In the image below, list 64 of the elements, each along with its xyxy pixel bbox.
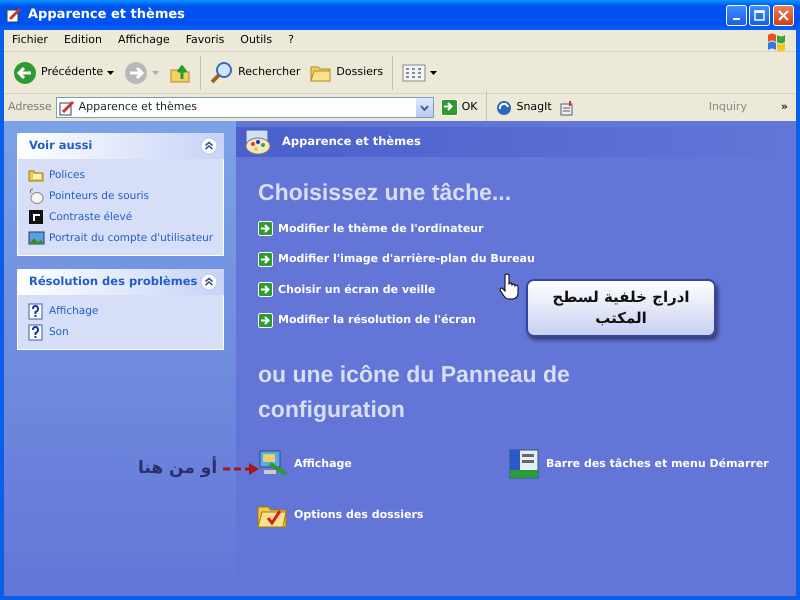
grid-view-icon [402,62,426,82]
dropdown-caret-icon [107,70,114,74]
arrow-icon [258,252,273,267]
arrow-icon [258,282,273,298]
sidebar-link[interactable]: Affichage [28,303,213,320]
folders-button[interactable]: Dossiers [307,60,386,84]
collapse-icon[interactable] [200,137,218,155]
maximize-button[interactable] [749,4,770,26]
task-link[interactable]: Choisir un écran de veille [258,282,436,298]
window-title: Apparence et thèmes [28,6,185,24]
dropdown-caret-icon [430,70,438,74]
swirl-icon [496,100,512,116]
mouse-icon [28,188,45,205]
help-icon [28,303,45,320]
address-field[interactable]: Apparence et thèmes [56,97,434,118]
clipboard-icon[interactable] [558,100,575,116]
minimize-icon [732,18,740,20]
dropdown-caret-icon [152,70,160,74]
menu-item[interactable]: Fichier [4,32,56,49]
window-icon [6,7,22,23]
flag-logo-icon [766,30,788,50]
back-button[interactable]: Précédente [10,58,118,86]
toolbar-label: Inquiry [708,99,747,116]
help-icon [28,324,45,341]
control-panel-icon-link[interactable]: Affichage [256,448,352,480]
address-label: Adresse [8,99,52,116]
task-link[interactable]: Modifier le thème de l'ordinateur [258,220,484,238]
snagit-button[interactable]: SnagIt [493,97,555,118]
menu-item[interactable]: Affichage [110,32,178,49]
minimize-button[interactable] [726,4,746,26]
search-button[interactable]: Rechercher [207,58,304,86]
panel-title: Résolution des problèmes [29,273,198,290]
task-link[interactable]: Modifier la résolution de l'écran [258,312,476,329]
menu-item[interactable]: Edition [56,32,110,49]
control-panel-icon [58,100,75,116]
landscape-picture-icon [28,230,45,247]
sidebar-link[interactable]: Son [28,324,213,341]
menu-item[interactable]: Favoris [178,32,232,49]
section-heading: ou une icône du Panneau de configuration [258,360,571,424]
go-button[interactable]: OK [438,97,480,118]
close-button[interactable] [773,4,794,26]
maximize-icon [754,10,766,20]
menu-item[interactable]: Outils [232,32,280,49]
sidebar-link[interactable]: Contraste élevé [28,209,213,226]
arrow-icon [258,312,273,328]
dashed-arrow-icon [221,462,262,476]
sidebar-link[interactable]: Pointeurs de souris [28,188,213,205]
control-panel-icon-link[interactable]: Barre des tâches et menu Démarrer [508,448,769,480]
menu-item[interactable]: ? [280,32,302,49]
sidebar-link[interactable]: Polices [28,167,213,184]
search-icon [210,60,234,84]
close-icon [778,10,789,20]
panel-title: Voir aussi [29,137,92,154]
section-heading: Choisissez une tâche... [258,178,512,207]
callout-bubble: ادراج خلفية لسطح المكتب [526,279,716,337]
chevron-button[interactable]: » [780,99,788,116]
arrow-icon [258,221,273,236]
contrast-icon [28,209,45,226]
taskbar-icon [508,448,540,480]
collapse-icon[interactable] [200,273,218,291]
sidebar-link[interactable]: Portrait du compte d'utilisateur [28,230,213,247]
control-panel-icon-link[interactable]: Options des dossiers [256,499,424,532]
task-link[interactable]: Modifier l'image d'arrière-plan du Bureau [258,251,535,268]
annotation-text: أو من هنا [138,456,218,480]
